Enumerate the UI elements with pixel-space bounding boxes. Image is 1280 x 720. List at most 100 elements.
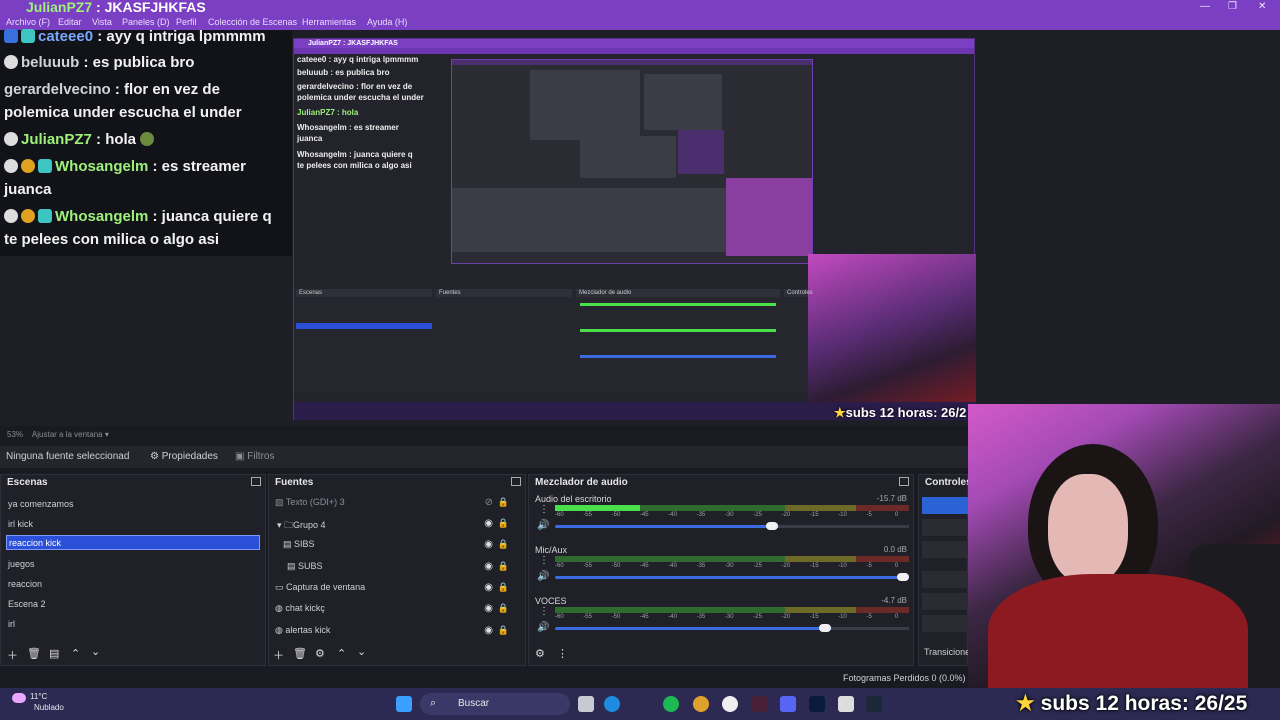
move-down-icon[interactable]: ⌄	[357, 645, 366, 658]
title-bar: JulianPZ7 : JKASFJHKFAS — ❐ ✕	[0, 0, 1280, 16]
source-item[interactable]: ◍ chat kickç ◉ 🔒	[273, 601, 519, 617]
mixer-menu-icon[interactable]: ⋮	[557, 647, 568, 660]
steam-icon[interactable]	[866, 696, 882, 712]
maximize-button[interactable]: ❐	[1228, 1, 1237, 12]
chat-message-continued: polemica under escucha el under	[4, 104, 242, 121]
window-capture-preview: JulianPZ7 : JKASFJHKFAS cateee0 : ayy q …	[293, 38, 976, 420]
filters-button[interactable]: ▣ Filtros	[235, 451, 274, 462]
move-down-icon[interactable]: ⌄	[91, 645, 100, 658]
speaker-icon[interactable]: 🔊	[537, 622, 549, 633]
advanced-audio-gear-icon[interactable]: ⚙	[535, 647, 545, 660]
eye-icon[interactable]: ◉	[484, 518, 493, 529]
start-streaming-button[interactable]	[922, 497, 968, 514]
app-icon[interactable]	[751, 696, 767, 712]
gear-icon[interactable]: ⚙	[315, 647, 325, 660]
minimize-button[interactable]: —	[1200, 1, 1210, 12]
virtual-camera-button[interactable]	[922, 541, 968, 558]
search-icon: ⌕	[430, 697, 437, 709]
volume-slider[interactable]	[555, 624, 909, 632]
eye-icon[interactable]: ◉	[484, 603, 493, 614]
edge-icon[interactable]	[604, 696, 620, 712]
eye-icon[interactable]: ◉	[484, 582, 493, 593]
remove-scene-icon[interactable]: 🗑	[27, 647, 41, 660]
meter-tick-label: -20	[781, 512, 791, 518]
undock-icon[interactable]	[899, 477, 909, 486]
source-item[interactable]: ▧ Texto (GDI+) 3 ⊘ 🔒	[273, 495, 519, 511]
source-item[interactable]: ▤ SIBS ◉ 🔒	[273, 537, 519, 553]
lock-icon[interactable]: 🔒	[498, 625, 509, 636]
hidden-icon[interactable]: ⊘	[485, 497, 493, 508]
chrome-icon[interactable]	[693, 696, 709, 712]
lock-icon[interactable]: 🔒	[498, 582, 509, 593]
scene-item[interactable]: irl kick	[6, 517, 260, 532]
meter-tick-label: -45	[639, 512, 649, 518]
weather-widget[interactable]: 11°C Nublado	[12, 692, 64, 713]
channel-menu-icon[interactable]: ⋮	[539, 504, 549, 515]
meter-tick-label: 0	[894, 512, 899, 518]
scene-item[interactable]: reaccion	[6, 577, 260, 592]
meter-tick-label: -15	[809, 614, 819, 620]
source-group[interactable]: ▾ 🗀Grupo 4 ◉ 🔒	[273, 516, 519, 532]
meter-ticks: -60 -55 -50 -45 -40 -35 -30 -25 -20 -15 -10 -5 0	[555, 563, 909, 571]
meter-tick-label: -55	[583, 614, 592, 620]
volume-slider[interactable]	[555, 522, 909, 530]
eye-icon[interactable]: ◉	[484, 561, 493, 572]
lock-icon[interactable]: 🔒	[498, 539, 509, 550]
photoshop-icon[interactable]	[809, 696, 825, 712]
move-up-icon[interactable]: ⌃	[71, 647, 80, 660]
eye-icon[interactable]: ◉	[484, 625, 493, 636]
chat-message: cateee0 : ayy q intriga lpmmmm	[4, 26, 266, 48]
volume-slider[interactable]	[555, 573, 909, 581]
controls-title: Controles	[919, 475, 972, 491]
capcut-icon[interactable]	[838, 696, 854, 712]
audio-mixer-dock: Mezclador de audio Audio del escritorio …	[528, 474, 914, 666]
channel-menu-icon[interactable]: ⋮	[539, 606, 549, 617]
meter-tick-label: -10	[838, 512, 847, 518]
spotify-icon[interactable]	[663, 696, 679, 712]
add-scene-icon[interactable]: ＋	[7, 647, 18, 663]
undock-icon[interactable]	[251, 477, 261, 486]
eye-icon[interactable]: ◉	[484, 539, 493, 550]
filter-scene-icon[interactable]: ▤	[49, 647, 59, 660]
exit-button[interactable]	[922, 615, 968, 632]
subs-goal-overlay: ★ subs 12 horas: 26/25	[1016, 692, 1248, 715]
menu-ayuda[interactable]: Ayuda (H)	[367, 17, 407, 27]
scene-item[interactable]: ya comenzamos	[6, 497, 260, 512]
task-view-icon[interactable]	[578, 696, 594, 712]
scene-item-selected[interactable]: reaccion kick	[6, 535, 260, 550]
source-item[interactable]: ▤ SUBS ◉ 🔒	[273, 559, 519, 575]
source-item[interactable]: ▭ Captura de ventana ◉ 🔒	[273, 580, 519, 596]
lock-icon[interactable]: 🔒	[498, 518, 509, 529]
meter-tick-label: -50	[611, 512, 621, 518]
lock-icon[interactable]: 🔒	[498, 603, 509, 614]
transitions-label: Transicione	[924, 647, 971, 657]
windows-start-icon[interactable]	[396, 696, 412, 712]
meter-tick-label: -15	[809, 512, 819, 518]
move-up-icon[interactable]: ⌃	[337, 647, 346, 660]
start-recording-button[interactable]	[922, 519, 968, 536]
undock-icon[interactable]	[511, 477, 521, 486]
add-source-icon[interactable]: ＋	[273, 647, 284, 663]
taskbar-search[interactable]: ⌕ Buscar	[420, 693, 570, 715]
settings-button[interactable]	[922, 593, 968, 610]
volume-meter	[555, 556, 909, 562]
channel-menu-icon[interactable]: ⋮	[539, 555, 549, 566]
scene-item[interactable]: Escena 2	[6, 597, 260, 612]
menu-herramientas[interactable]: Herramientas	[302, 17, 356, 27]
speaker-icon[interactable]: 🔊	[537, 571, 549, 582]
discord-icon[interactable]	[780, 696, 796, 712]
lock-icon[interactable]: 🔒	[498, 561, 509, 572]
lock-icon[interactable]: 🔒	[498, 497, 509, 508]
properties-button[interactable]: ⚙ Propiedades	[150, 451, 218, 462]
meter-ticks: -60 -55 -50 -45 -40 -35 -30 -25 -20 -15 -10 -5 0	[555, 614, 909, 622]
scene-item[interactable]: juegos	[6, 557, 260, 572]
close-button[interactable]: ✕	[1258, 1, 1266, 12]
remove-source-icon[interactable]: 🗑	[293, 647, 307, 660]
obs-icon[interactable]	[722, 696, 738, 712]
speaker-icon[interactable]: 🔊	[537, 520, 549, 531]
meter-tick-label: -30	[724, 512, 734, 518]
meter-tick-label: -15	[809, 563, 819, 569]
scene-item[interactable]: irl	[6, 617, 260, 632]
source-item[interactable]: ◍ alertas kick ◉ 🔒	[273, 623, 519, 639]
studio-mode-button[interactable]	[922, 571, 968, 588]
